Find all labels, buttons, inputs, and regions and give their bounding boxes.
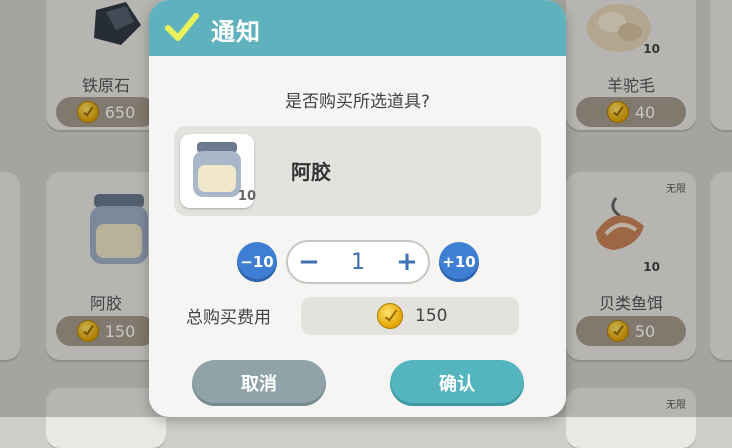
quantity-stepper: − 1 + (286, 240, 430, 284)
total-cost-label: 总购买费用 (186, 308, 271, 328)
item-count: 10 (237, 189, 256, 204)
purchase-question: 是否购买所选道具? (284, 92, 431, 112)
item-name: 阿胶 (291, 160, 331, 184)
total-cost-value: 150 (415, 306, 448, 326)
purchase-dialog: 通知 是否购买所选道具? 10 阿胶 −10 − 1 + +10 总购买费用 1… (149, 0, 566, 417)
dialog-header: 通知 (149, 0, 566, 56)
plus-icon[interactable]: + (392, 247, 422, 277)
selected-item-panel: 10 阿胶 (174, 126, 541, 216)
checkmark-icon (165, 13, 199, 41)
coin-icon (377, 303, 403, 329)
cancel-button[interactable]: 取消 (192, 360, 326, 406)
minus-10-button[interactable]: −10 (237, 242, 277, 282)
dialog-title: 通知 (211, 18, 261, 46)
confirm-button[interactable]: 确认 (390, 360, 524, 406)
item-icon-frame: 10 (180, 134, 256, 208)
plus-10-button[interactable]: +10 (439, 242, 479, 282)
total-cost-box: 150 (301, 297, 519, 335)
